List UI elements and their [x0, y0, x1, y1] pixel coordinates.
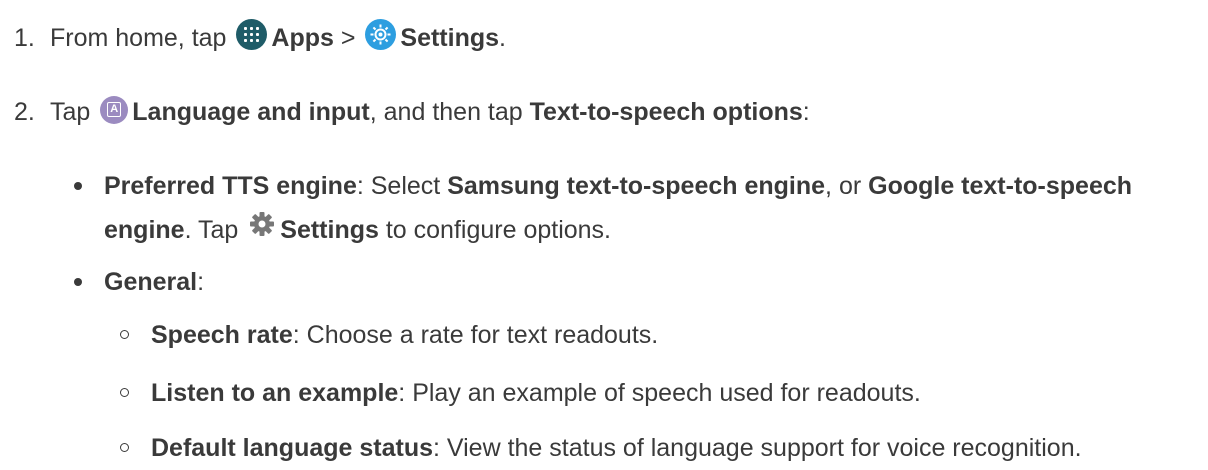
bullet-general: General:	[74, 260, 1184, 304]
sub-item-label: Speech rate	[151, 321, 293, 349]
samsung-engine-label: Samsung text-to-speech engine	[447, 172, 826, 200]
language-label: Language and input	[132, 98, 370, 126]
tts-options-label: Text-to-speech options	[529, 98, 803, 126]
language-input-icon: A	[100, 96, 129, 124]
settings-gear-icon	[365, 19, 397, 50]
apps-grid-icon	[236, 19, 268, 50]
step-text: .	[499, 24, 506, 52]
sub-item-label: Default language status	[151, 434, 433, 462]
sub-bullet-ring	[120, 330, 129, 339]
sub-item-label: Listen to an example	[151, 379, 399, 407]
sub-item-language-status: Default language status: View the status…	[120, 431, 1082, 465]
step-1: 1. From home, tap Apps > Settings.	[14, 19, 506, 55]
sub-item-text: : Choose a rate for text readouts.	[292, 321, 659, 349]
bullet-text: . Tap	[184, 216, 246, 244]
bullet-preferred-engine: Preferred TTS engine: Select Samsung tex…	[74, 164, 1184, 252]
sub-item-speech-rate: Speech rate: Choose a rate for text read…	[120, 318, 659, 352]
bullet-dot	[74, 182, 82, 190]
step-text: , and then tap	[369, 98, 530, 126]
sub-item-text: : View the status of language support fo…	[433, 434, 1082, 462]
step-text: Tap	[50, 98, 98, 126]
step-number: 1.	[14, 24, 35, 52]
step-text: From home, tap	[50, 24, 234, 52]
preferred-engine-label: Preferred TTS engine	[104, 172, 357, 200]
sub-bullet-ring	[120, 388, 129, 397]
bullet-text: : Select	[356, 172, 448, 200]
bullet-text: :	[197, 268, 205, 296]
bullet-dot	[74, 278, 82, 286]
general-label: General	[104, 268, 198, 296]
step-number: 2.	[14, 98, 35, 126]
sub-item-listen-example: Listen to an example: Play an example of…	[120, 376, 921, 410]
step-text: >	[333, 24, 363, 52]
sub-bullet-ring	[120, 443, 129, 452]
sub-item-text: : Play an example of speech used for rea…	[398, 379, 921, 407]
settings-label: Settings	[400, 24, 500, 52]
bullet-text: to configure options.	[378, 216, 611, 244]
step-2: 2. Tap A Language and input, and then tap …	[14, 95, 810, 129]
apps-label: Apps	[271, 24, 334, 52]
bullet-text: , or	[825, 172, 869, 200]
gear-settings-label: Settings	[280, 216, 379, 244]
step-text: :	[802, 98, 810, 126]
gear-icon	[248, 208, 276, 236]
